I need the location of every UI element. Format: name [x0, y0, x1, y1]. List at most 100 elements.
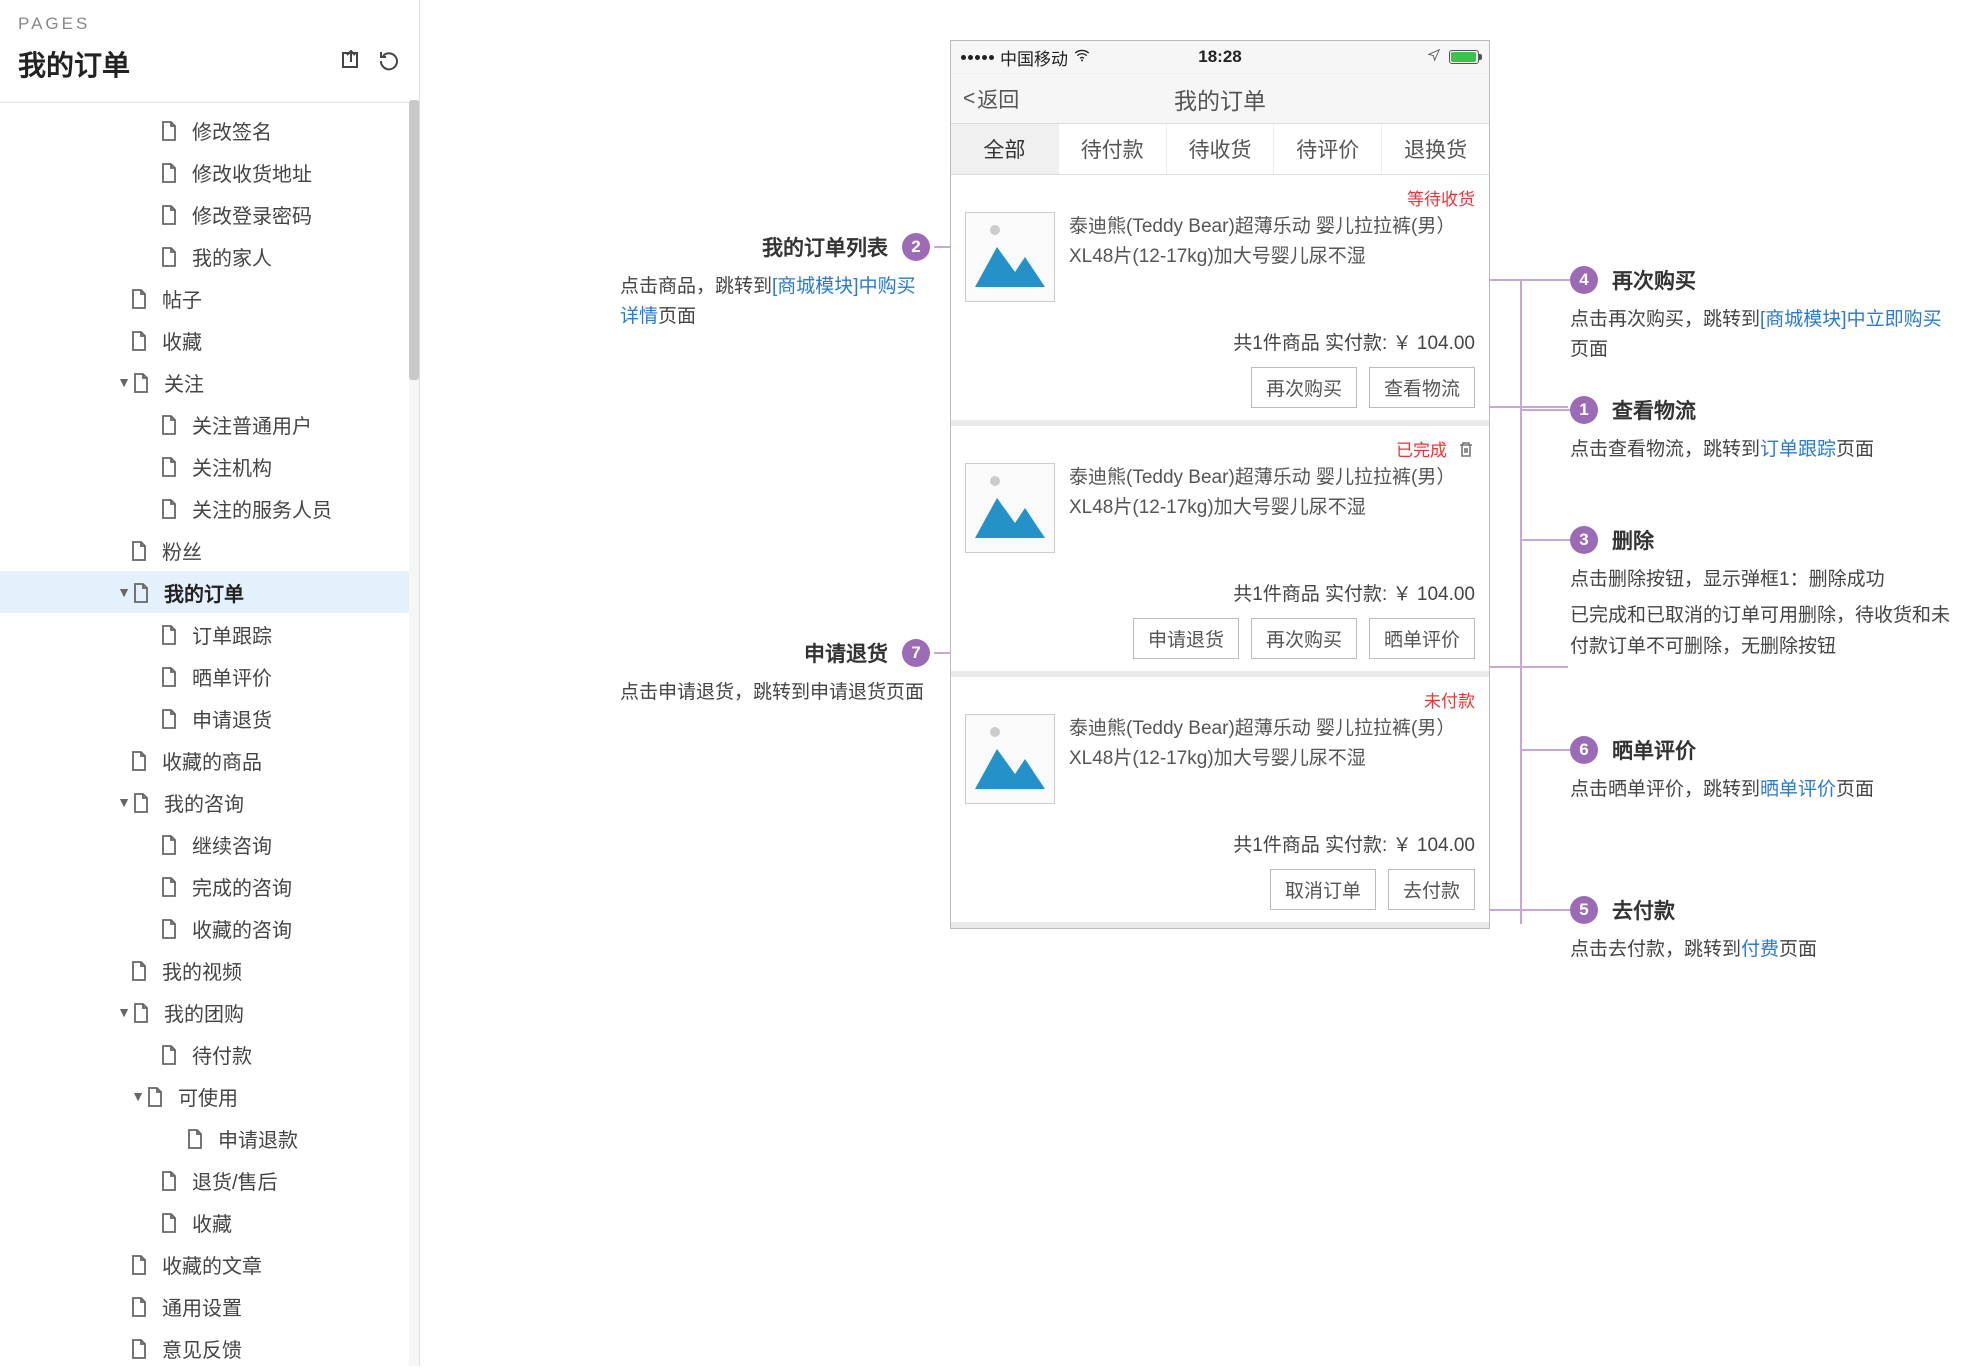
order-tab[interactable]: 退换货 — [1381, 124, 1489, 174]
product-thumb[interactable] — [965, 463, 1055, 553]
sidebar-item[interactable]: ▼ 我的团购 — [0, 991, 419, 1033]
order-summary: 共1件商品 实付款: ￥ 104.00 — [965, 830, 1475, 857]
sidebar-item[interactable]: 关注的服务人员 — [0, 487, 419, 529]
annotation-1: 1查看物流 点击查看物流，跳转到订单跟踪页面 — [1570, 395, 1950, 465]
sidebar-item[interactable]: 修改登录密码 — [0, 193, 419, 235]
order-action-button[interactable]: 查看物流 — [1369, 367, 1475, 408]
share-icon[interactable] — [339, 49, 363, 79]
order-action-button[interactable]: 取消订单 — [1270, 869, 1376, 910]
sidebar-scrollbar[interactable] — [409, 100, 419, 1366]
delete-icon[interactable] — [1457, 440, 1475, 458]
page-icon — [160, 1213, 178, 1231]
sidebar-item-label: 粉丝 — [162, 536, 202, 565]
sidebar-item[interactable]: 收藏的咨询 — [0, 907, 419, 949]
status-bar: 中国移动 18:28 — [951, 41, 1489, 73]
order-summary: 共1件商品 实付款: ￥ 104.00 — [965, 328, 1475, 355]
sidebar-item[interactable]: 粉丝 — [0, 529, 419, 571]
annotation-link[interactable]: 付费 — [1741, 939, 1779, 960]
sidebar-item[interactable]: 我的家人 — [0, 235, 419, 277]
page-tree: 修改签名修改收货地址修改登录密码我的家人帖子收藏 ▼关注关注普通用户关注机构关注的… — [0, 103, 419, 1369]
product-thumb[interactable] — [965, 714, 1055, 804]
order-card[interactable]: 已完成泰迪熊(Teddy Bear)超薄乐动 婴儿拉拉裤(男）XL48片(12-… — [951, 426, 1489, 677]
sidebar-item[interactable]: 收藏的文章 — [0, 1243, 419, 1285]
sidebar-item-label: 修改签名 — [192, 116, 272, 145]
order-list: 等待收货泰迪熊(Teddy Bear)超薄乐动 婴儿拉拉裤(男）XL48片(12… — [951, 175, 1489, 928]
sidebar-item-label: 申请退款 — [218, 1124, 298, 1153]
scroll-thumb[interactable] — [409, 100, 419, 380]
expand-arrow-icon[interactable]: ▼ — [116, 1004, 132, 1020]
sidebar-item[interactable]: 收藏的商品 — [0, 739, 419, 781]
sidebar-item[interactable]: 关注普通用户 — [0, 403, 419, 445]
sidebar-item-label: 收藏 — [162, 326, 202, 355]
sidebar-item-label: 完成的咨询 — [192, 872, 292, 901]
sidebar-item[interactable]: 退货/售后 — [0, 1159, 419, 1201]
page-icon — [160, 919, 178, 937]
refresh-icon[interactable] — [377, 49, 401, 79]
order-status: 已完成 — [1396, 436, 1447, 461]
sidebar-item[interactable]: ▼我的订单 — [0, 571, 419, 613]
annotation-link[interactable]: [商城模块]中立即购买 — [1760, 309, 1942, 330]
page-icon — [132, 583, 150, 601]
sidebar-item[interactable]: 收藏 — [0, 319, 419, 361]
expand-arrow-icon[interactable]: ▼ — [130, 1088, 146, 1104]
sidebar-item-label: 关注机构 — [192, 452, 272, 481]
sidebar-item[interactable]: 我的视频 — [0, 949, 419, 991]
page-icon — [130, 1297, 148, 1315]
sidebar-item[interactable]: 关注机构 — [0, 445, 419, 487]
expand-arrow-icon[interactable]: ▼ — [116, 374, 132, 390]
product-thumb[interactable] — [965, 212, 1055, 302]
page-icon — [160, 1045, 178, 1063]
sidebar-item[interactable]: 意见反馈 — [0, 1327, 419, 1369]
sidebar-item[interactable]: 申请退货 — [0, 697, 419, 739]
page-icon — [130, 289, 148, 307]
back-button[interactable]: < 返回 — [963, 84, 1019, 114]
sidebar-item-label: 申请退货 — [192, 704, 272, 733]
sidebar-item-label: 我的团购 — [164, 998, 244, 1027]
order-action-button[interactable]: 申请退货 — [1133, 618, 1239, 659]
order-tab[interactable]: 待评价 — [1273, 124, 1381, 174]
order-card[interactable]: 等待收货泰迪熊(Teddy Bear)超薄乐动 婴儿拉拉裤(男）XL48片(12… — [951, 175, 1489, 426]
signal-icon — [961, 55, 994, 60]
sidebar-item[interactable]: 晒单评价 — [0, 655, 419, 697]
order-actions: 再次购买查看物流 — [965, 367, 1475, 408]
order-tabs: 全部待付款待收货待评价退换货 — [951, 123, 1489, 175]
order-action-button[interactable]: 再次购买 — [1251, 618, 1357, 659]
sidebar-item[interactable]: 通用设置 — [0, 1285, 419, 1327]
sidebar-item-label: 收藏的文章 — [162, 1250, 262, 1279]
sidebar-item[interactable]: ▼关注 — [0, 361, 419, 403]
order-card[interactable]: 未付款泰迪熊(Teddy Bear)超薄乐动 婴儿拉拉裤(男）XL48片(12-… — [951, 677, 1489, 928]
sidebar-header-label: PAGES — [0, 0, 419, 34]
order-tab[interactable]: 待付款 — [1058, 124, 1166, 174]
page-icon — [160, 625, 178, 643]
expand-arrow-icon[interactable]: ▼ — [116, 794, 132, 810]
sidebar-item[interactable]: 帖子 — [0, 277, 419, 319]
expand-arrow-icon[interactable]: ▼ — [116, 584, 132, 600]
sidebar-item[interactable]: 待付款 — [0, 1033, 419, 1075]
annotation-link[interactable]: 订单跟踪 — [1760, 439, 1836, 460]
sidebar-item-label: 收藏的咨询 — [192, 914, 292, 943]
sidebar-item-label: 意见反馈 — [162, 1334, 242, 1363]
page-icon — [132, 793, 150, 811]
sidebar-item[interactable]: ▼可使用 — [0, 1075, 419, 1117]
order-tab[interactable]: 待收货 — [1166, 124, 1274, 174]
page-icon — [130, 751, 148, 769]
page-icon — [130, 961, 148, 979]
product-name: 泰迪熊(Teddy Bear)超薄乐动 婴儿拉拉裤(男）XL48片(12-17k… — [1069, 714, 1475, 804]
sidebar-item[interactable]: 完成的咨询 — [0, 865, 419, 907]
annotation-link[interactable]: 晒单评价 — [1760, 779, 1836, 800]
page-icon — [160, 205, 178, 223]
order-action-button[interactable]: 晒单评价 — [1369, 618, 1475, 659]
order-action-button[interactable]: 去付款 — [1388, 869, 1475, 910]
sidebar-item[interactable]: 订单跟踪 — [0, 613, 419, 655]
sidebar-item[interactable]: 继续咨询 — [0, 823, 419, 865]
location-icon — [1427, 47, 1441, 67]
sidebar-item[interactable]: 修改收货地址 — [0, 151, 419, 193]
sidebar-item[interactable]: 修改签名 — [0, 109, 419, 151]
sidebar-item[interactable]: 申请退款 — [0, 1117, 419, 1159]
order-tab[interactable]: 全部 — [951, 124, 1058, 174]
sidebar-item[interactable]: ▼我的咨询 — [0, 781, 419, 823]
order-action-button[interactable]: 再次购买 — [1251, 367, 1357, 408]
annotation-2: 我的订单列表2 点击商品，跳转到[商城模块]中购买详情页面 — [620, 232, 930, 333]
sidebar-item[interactable]: 收藏 — [0, 1201, 419, 1243]
sidebar-item-label: 我的家人 — [192, 242, 272, 271]
